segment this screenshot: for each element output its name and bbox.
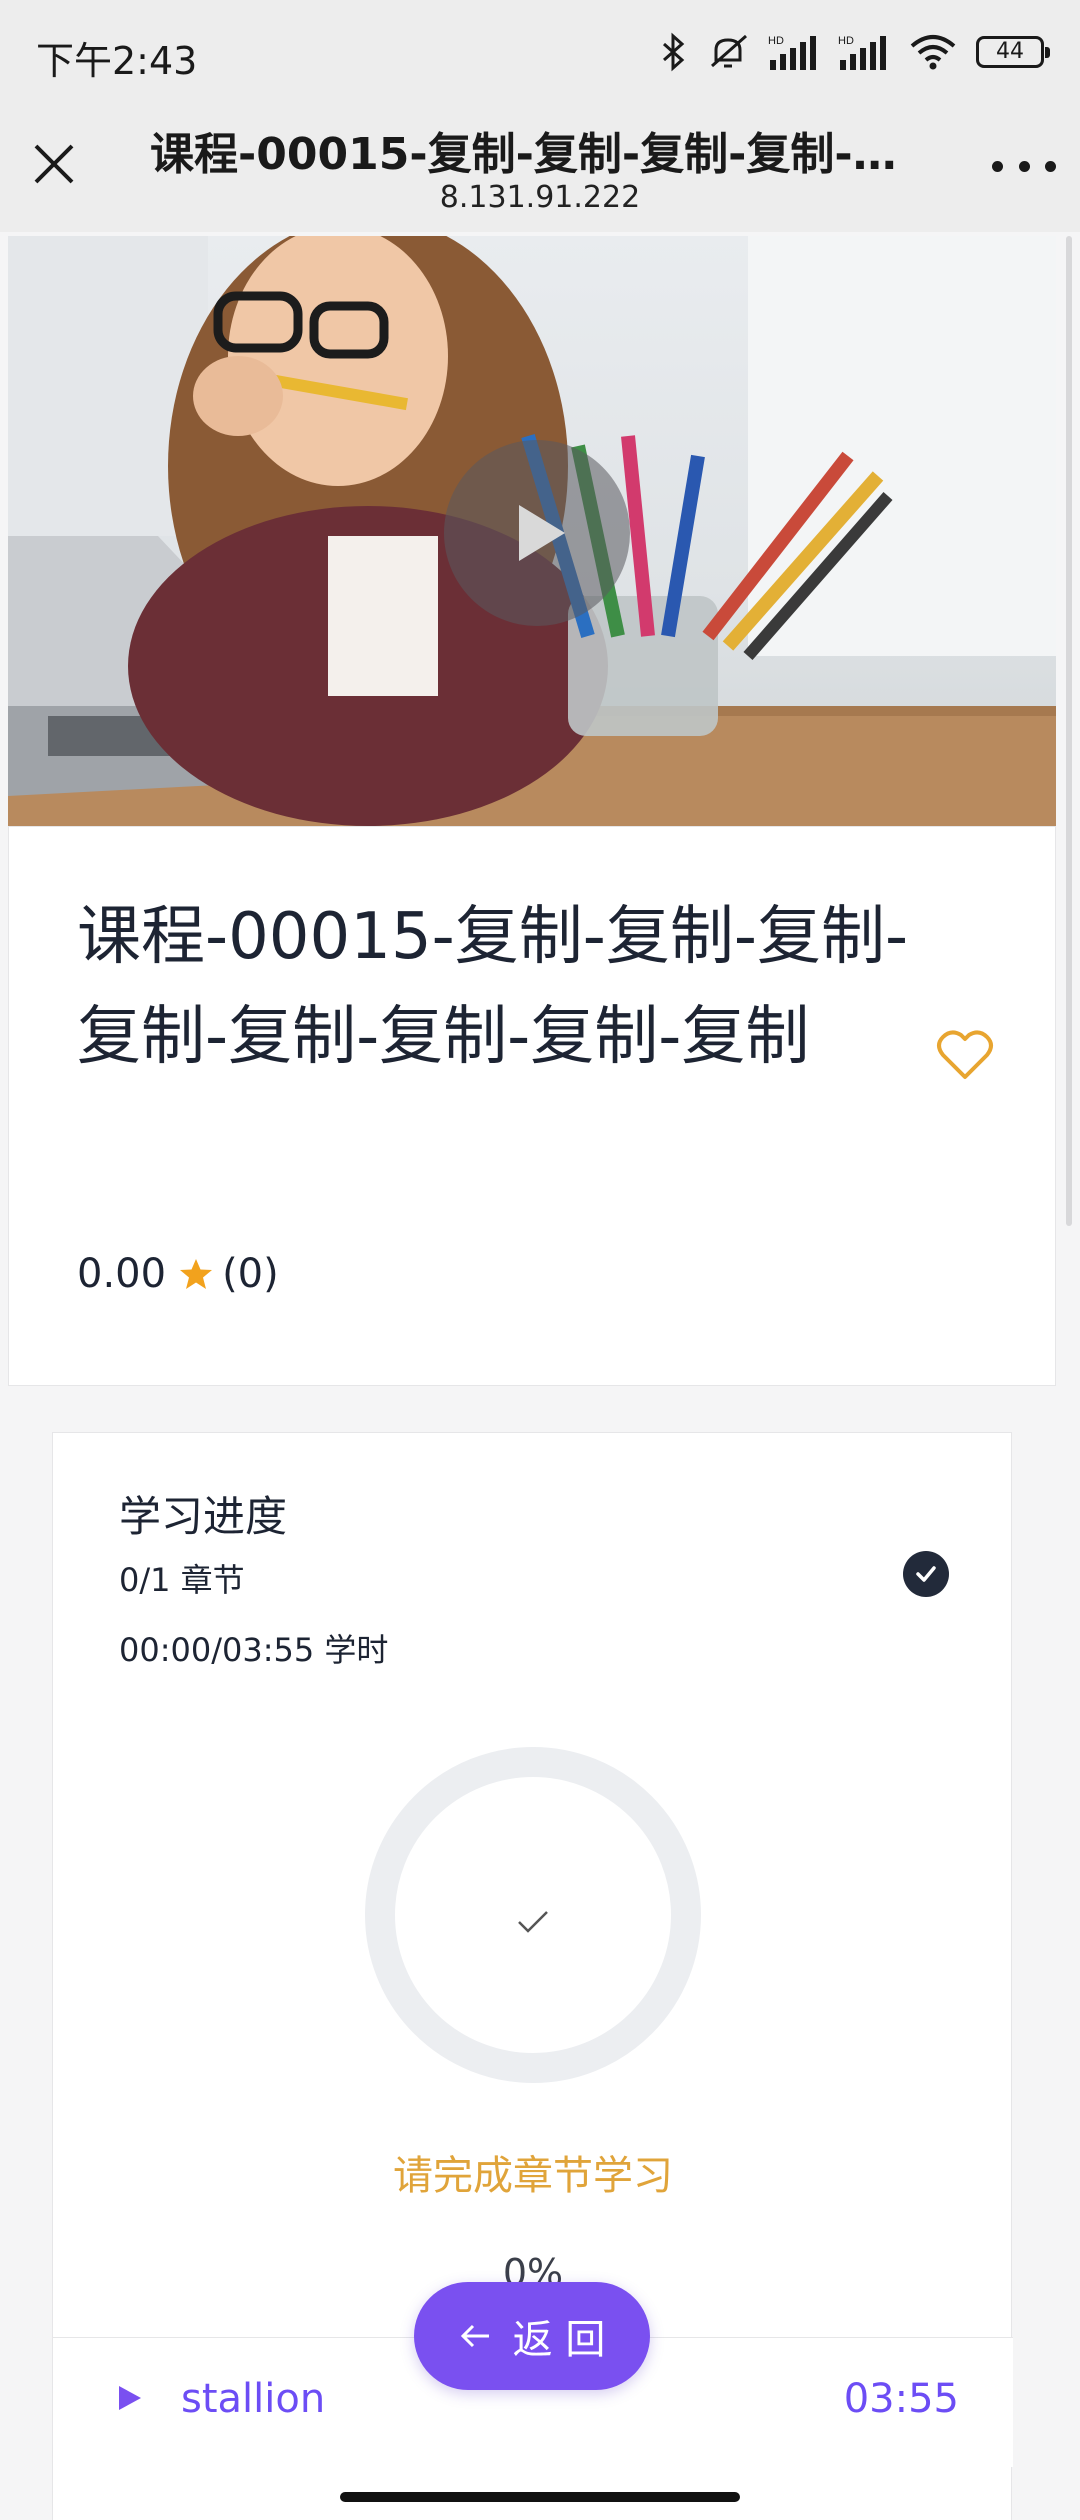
bluetooth-icon xyxy=(663,32,685,72)
signal-hd-icon: HD xyxy=(768,35,816,70)
status-icons: HD HD 44 xyxy=(658,32,1050,72)
check-icon xyxy=(916,1566,936,1582)
more-dot xyxy=(992,160,1003,172)
course-cover-image[interactable] xyxy=(8,236,1056,826)
more-icon[interactable] xyxy=(992,146,1056,186)
status-bar: 下午2:43 HD HD 44 xyxy=(0,0,1080,110)
back-button[interactable]: 返 回 xyxy=(414,2282,650,2390)
chapter-duration: 03:55 xyxy=(843,2376,959,2422)
page-title: 课程-00015-复制-复制-复制-复制-复制-复制-复制-复制-复制 xyxy=(150,129,930,180)
mute-icon xyxy=(711,34,747,68)
rating-value: 0.00 xyxy=(77,1251,167,1297)
signal-hd-icon: HD xyxy=(838,35,886,70)
check-circle-icon xyxy=(903,1551,949,1597)
battery-icon: 44 xyxy=(976,36,1050,68)
svg-text:HD: HD xyxy=(838,35,854,47)
heart-icon[interactable] xyxy=(933,1023,997,1087)
progress-hint: 请完成章节学习 xyxy=(393,2153,673,2199)
status-time: 下午2:43 xyxy=(36,39,198,83)
progress-chapters: 0/1 章节 xyxy=(119,1561,245,1599)
home-indicator[interactable] xyxy=(340,2492,740,2502)
chapter-name: stallion xyxy=(181,2376,326,2422)
wifi-icon xyxy=(910,35,956,70)
play-button[interactable] xyxy=(444,440,630,626)
rating-count: (0) xyxy=(222,1251,279,1297)
nav-bar: 课程-00015-复制-复制-复制-复制-复制-复制-复制-复制-复制 8.13… xyxy=(0,110,1080,232)
more-dot xyxy=(1045,160,1056,172)
course-title: 课程-00015-复制-复制-复制-复制-复制-复制-复制-复制 xyxy=(77,900,909,1074)
close-icon[interactable] xyxy=(28,138,80,190)
progress-hours: 00:00/03:55 学时 xyxy=(119,1631,389,1669)
check-icon xyxy=(518,1911,548,1933)
back-button-label: 返 回 xyxy=(512,2317,606,2363)
play-icon xyxy=(519,505,565,561)
more-dot xyxy=(1018,160,1030,172)
course-rating: 0.00 (0) xyxy=(77,1251,279,1297)
course-info-card: 课程-00015-复制-复制-复制-复制-复制-复制-复制-复制 0.00 (0… xyxy=(8,826,1056,1386)
svg-text:HD: HD xyxy=(768,35,784,47)
scrollbar[interactable] xyxy=(1066,236,1072,1226)
star-icon xyxy=(180,1259,213,1289)
play-icon xyxy=(119,2386,141,2410)
progress-title: 学习进度 xyxy=(119,1492,288,1541)
page-url: 8.131.91.222 xyxy=(439,180,641,215)
screen: 下午2:43 HD HD 44 课程-00015-复制-复制-复制-复制-复 8… xyxy=(0,0,1080,2520)
arrow-left-icon xyxy=(460,2324,489,2348)
